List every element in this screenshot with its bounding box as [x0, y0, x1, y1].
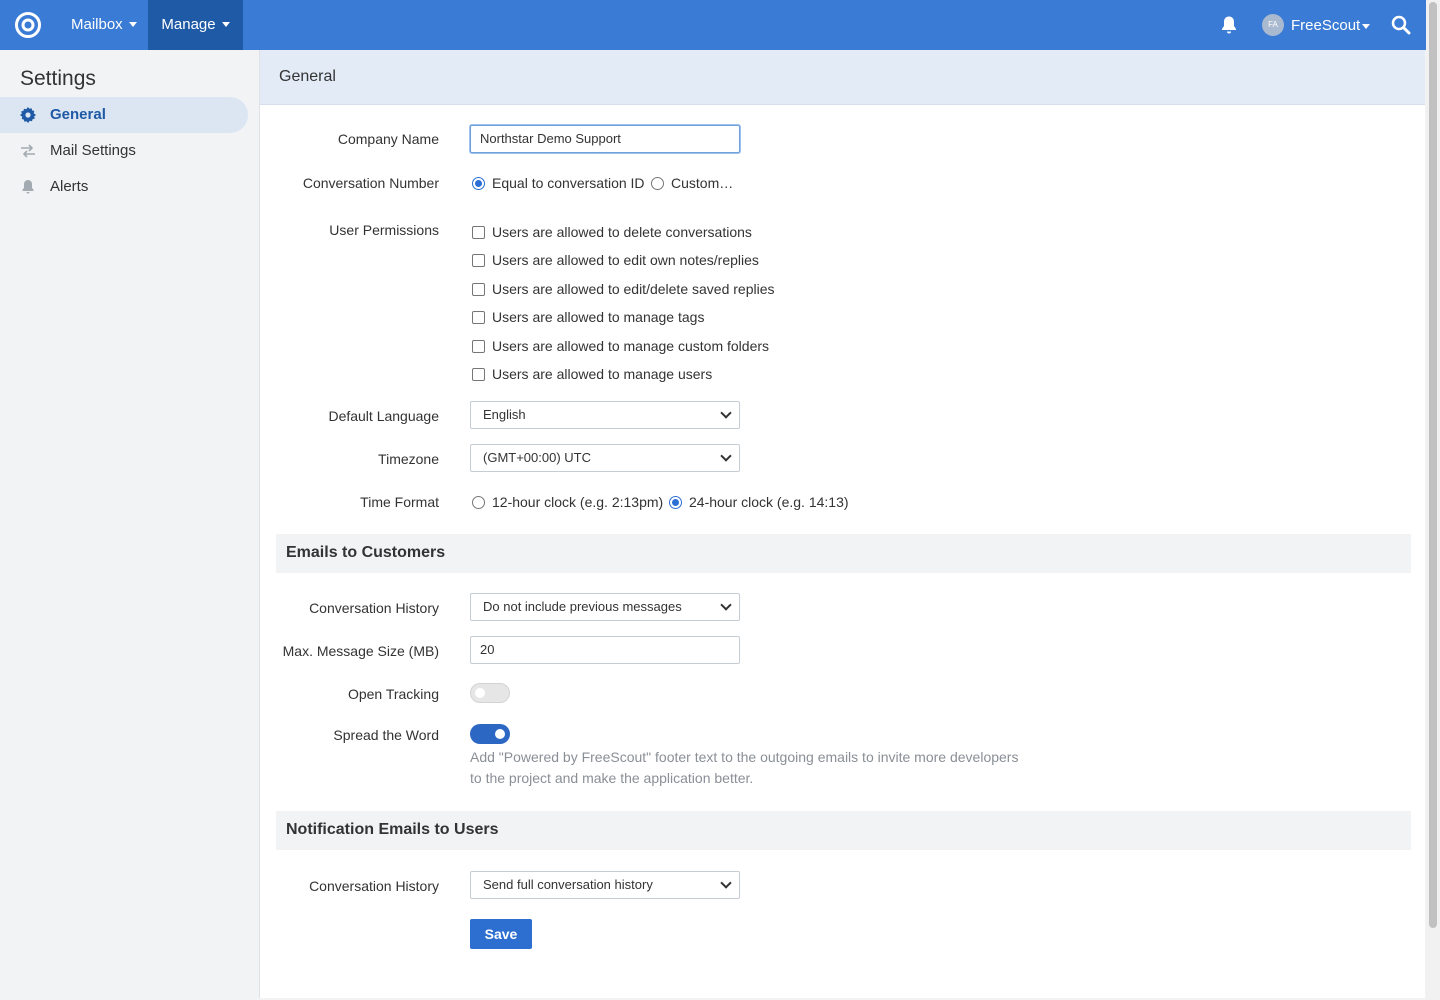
permission-checkbox[interactable] — [472, 254, 485, 267]
timezone-select[interactable]: (GMT+00:00) UTC — [470, 444, 740, 472]
panel-header: General — [260, 50, 1425, 105]
freescout-logo-icon[interactable] — [14, 11, 42, 39]
notifications-bell-icon[interactable] — [1220, 15, 1238, 35]
nav-manage-menu[interactable]: Manage — [148, 0, 243, 50]
sidebar-item-general[interactable]: General — [0, 97, 248, 133]
conversation-number-radio-id[interactable] — [472, 177, 485, 190]
chevron-down-icon — [720, 407, 732, 419]
customer-conversation-history-value: Do not include previous messages — [483, 599, 682, 614]
conversation-number-radio-custom[interactable] — [651, 177, 664, 190]
max-message-size-value: 20 — [480, 642, 495, 657]
spread-the-word-label: Spread the Word — [333, 727, 439, 743]
conversation-number-label: Conversation Number — [302, 175, 439, 191]
section-title: Emails to Customers — [286, 544, 446, 561]
permission-checkbox[interactable] — [472, 340, 485, 353]
max-message-size-label: Max. Message Size (MB) — [282, 643, 439, 659]
company-name-value: Northstar Demo Support — [480, 131, 621, 146]
open-tracking-toggle[interactable] — [470, 683, 510, 703]
page-scrollbar[interactable] — [1426, 0, 1440, 1000]
avatar: FA — [1262, 14, 1284, 36]
permission-option-label[interactable]: Users are allowed to edit/delete saved r… — [492, 281, 775, 297]
sidebar-item-label: Alerts — [50, 178, 89, 195]
settings-panel: General Company Name Northstar Demo Supp… — [259, 50, 1425, 998]
sidebar-item-label: General — [50, 106, 106, 123]
user-permissions-label: User Permissions — [329, 222, 439, 238]
permission-option-label[interactable]: Users are allowed to edit own notes/repl… — [492, 252, 759, 268]
open-tracking-label: Open Tracking — [347, 686, 439, 702]
default-language-value: English — [483, 407, 526, 422]
timezone-value: (GMT+00:00) UTC — [483, 450, 591, 465]
permission-option-label[interactable]: Users are allowed to manage users — [492, 366, 712, 382]
section-title: Notification Emails to Users — [286, 821, 499, 838]
conversation-number-option-custom[interactable]: Custom… — [671, 175, 733, 191]
page-title: General — [279, 68, 336, 85]
caret-down-icon — [128, 21, 137, 27]
notification-conversation-history-value: Send full conversation history — [483, 877, 653, 892]
sidebar-item-mail-settings[interactable]: Mail Settings — [0, 133, 248, 169]
time-format-option-24h[interactable]: 24-hour clock (e.g. 14:13) — [689, 494, 849, 510]
permission-option-label[interactable]: Users are allowed to manage tags — [492, 309, 704, 325]
conversation-history-label: Conversation History — [309, 600, 439, 616]
permission-option-label[interactable]: Users are allowed to manage custom folde… — [492, 338, 769, 354]
sidebar-item-label: Mail Settings — [50, 142, 136, 159]
spread-the-word-toggle[interactable] — [470, 724, 510, 744]
default-language-label: Default Language — [328, 408, 439, 424]
gear-icon — [20, 107, 36, 123]
permission-checkbox[interactable] — [472, 226, 485, 239]
time-format-label: Time Format — [360, 494, 439, 510]
caret-down-icon — [1362, 24, 1370, 29]
search-icon[interactable] — [1391, 15, 1411, 35]
permission-checkbox[interactable] — [472, 368, 485, 381]
sidebar-item-alerts[interactable]: Alerts — [0, 169, 248, 205]
permission-checkbox[interactable] — [472, 283, 485, 296]
chevron-down-icon — [720, 599, 732, 611]
permission-option-label[interactable]: Users are allowed to delete conversation… — [492, 224, 752, 240]
arrows-icon — [21, 144, 35, 158]
company-name-input[interactable]: Northstar Demo Support — [470, 125, 740, 153]
user-name: FreeScout — [1291, 17, 1361, 34]
section-notification-emails: Notification Emails to Users — [276, 811, 1411, 850]
notification-conversation-history-select[interactable]: Send full conversation history — [470, 871, 740, 899]
time-format-option-12h[interactable]: 12-hour clock (e.g. 2:13pm) — [492, 494, 663, 510]
nav-manage-label: Manage — [161, 16, 216, 33]
company-name-label: Company Name — [337, 131, 439, 147]
chevron-down-icon — [720, 450, 732, 462]
default-language-select[interactable]: English — [470, 401, 740, 429]
conversation-history-label: Conversation History — [309, 878, 439, 894]
scrollbar-thumb[interactable] — [1429, 2, 1437, 928]
settings-sidebar: Settings General Mail Settings Alerts — [0, 50, 258, 1000]
customer-conversation-history-select[interactable]: Do not include previous messages — [470, 593, 740, 621]
top-navbar: Mailbox Manage FA FreeScout — [0, 0, 1426, 50]
chevron-down-icon — [720, 877, 732, 889]
permission-checkbox[interactable] — [472, 311, 485, 324]
nav-mailbox-label: Mailbox — [71, 16, 123, 33]
caret-down-icon — [221, 21, 230, 27]
section-emails-to-customers: Emails to Customers — [276, 534, 1411, 573]
spread-the-word-help: Add "Powered by FreeScout" footer text t… — [470, 749, 1019, 786]
timezone-label: Timezone — [378, 451, 439, 467]
sidebar-title: Settings — [20, 67, 96, 90]
bell-icon — [22, 180, 34, 194]
max-message-size-input[interactable]: 20 — [470, 636, 740, 664]
nav-mailbox-menu[interactable]: Mailbox — [71, 0, 137, 50]
conversation-number-option-id[interactable]: Equal to conversation ID — [492, 175, 645, 191]
time-format-radio-24h[interactable] — [669, 496, 682, 509]
time-format-radio-12h[interactable] — [472, 496, 485, 509]
save-button[interactable]: Save — [470, 919, 532, 949]
